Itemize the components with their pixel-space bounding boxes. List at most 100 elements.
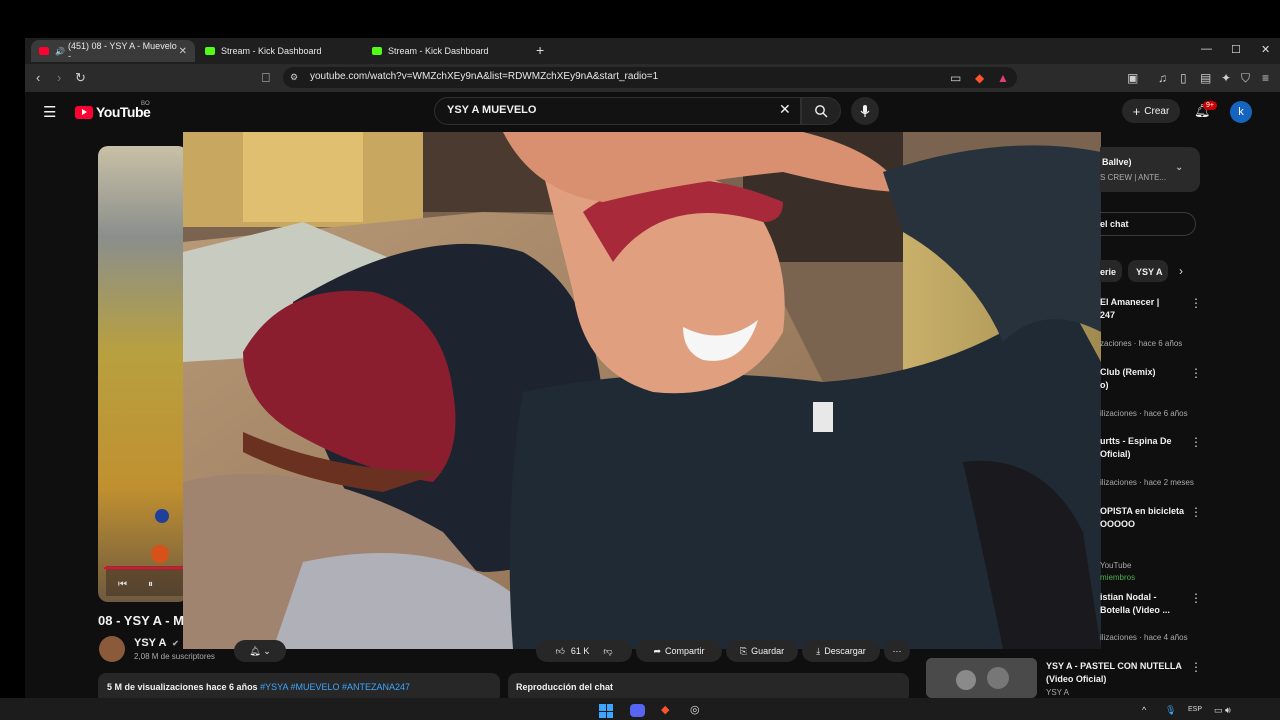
windows-start-icon[interactable] xyxy=(599,704,613,718)
rec-4-more-icon[interactable]: ⋮ xyxy=(1190,505,1202,519)
rec-2-title-line1[interactable]: Club (Remix) xyxy=(1100,366,1156,378)
chevron-right-icon[interactable]: › xyxy=(1179,264,1183,278)
search-icon xyxy=(815,105,828,118)
share-button[interactable]: ➦ Compartir xyxy=(636,640,722,662)
more-actions-button[interactable]: ⋯ xyxy=(884,640,910,662)
video-progress-bar[interactable] xyxy=(104,567,184,569)
brave-icon[interactable]: ◆ xyxy=(661,703,669,716)
show-chat-label: el chat xyxy=(1100,219,1129,229)
rec-2-title-line2[interactable]: o) xyxy=(1100,379,1109,391)
site-settings-icon[interactable]: ⚙ xyxy=(290,72,298,83)
pause-icon[interactable]: ⏸ xyxy=(148,579,153,590)
hashtags[interactable]: #YSYA #MUEVELO #ANTEZANA247 xyxy=(260,682,410,692)
rec-3-meta: ilizaciones · hace 2 meses xyxy=(1100,478,1194,487)
forward-icon[interactable]: › xyxy=(57,70,61,85)
tab-youtube[interactable]: 🔊 (451) 08 - YSY A - Muevelo - ✕ xyxy=(31,40,195,62)
download-button[interactable]: ⤓ Descargar xyxy=(802,640,880,662)
reload-icon[interactable]: ↻ xyxy=(75,70,86,86)
search-button[interactable] xyxy=(801,97,841,125)
playlist-title: Ballve) xyxy=(1102,157,1132,167)
rec-2-meta: ilizaciones · hace 6 años xyxy=(1100,409,1188,418)
like-dislike-button[interactable]: 👍︎ 61 K 👎︎ xyxy=(536,640,632,662)
previous-icon[interactable]: ⏮ xyxy=(118,579,127,590)
cast-icon[interactable]: ▭ xyxy=(950,71,961,85)
volume-icon[interactable]: ▭ 🔊︎ xyxy=(1214,705,1231,716)
chat-replay-label: Reproducción del chat xyxy=(516,682,614,692)
more-horizontal-icon: ⋯ xyxy=(892,645,902,656)
rec-3-title-line2[interactable]: Oficial) xyxy=(1100,448,1131,460)
media-icon[interactable]: ♫ xyxy=(1158,71,1167,85)
like-count: 61 K xyxy=(570,646,590,656)
sidebar-icon[interactable]: ▯ xyxy=(1180,71,1187,85)
subscription-bell-button[interactable]: 🔔︎ ⌄ xyxy=(234,640,286,662)
rec-3-more-icon[interactable]: ⋮ xyxy=(1190,435,1202,449)
chip-1-label: erie xyxy=(1100,267,1117,277)
playlist-header[interactable] xyxy=(1100,147,1200,192)
rec-6-title-line1[interactable]: YSY A - PASTEL CON NUTELLA xyxy=(1046,660,1182,672)
tab-kick-dashboard-2[interactable]: Stream - Kick Dashboard xyxy=(364,40,529,62)
tab-title: Stream - Kick Dashboard xyxy=(221,46,322,56)
download-icon: ⤓ xyxy=(816,645,821,656)
channel-name[interactable]: YSY A ✔ xyxy=(134,637,179,649)
rec-5-title-line1[interactable]: istian Nodal - xyxy=(1100,591,1157,603)
clear-search-icon[interactable]: ✕ xyxy=(779,101,791,118)
video-thumbnail-art xyxy=(106,509,186,596)
rec-1-title-line2[interactable]: 247 xyxy=(1100,309,1115,321)
tray-chevron-icon[interactable]: ^ xyxy=(1142,705,1146,715)
save-button[interactable]: ⎘ Guardar xyxy=(726,640,798,662)
rec-6-more-icon[interactable]: ⋮ xyxy=(1190,660,1202,674)
video-player[interactable] xyxy=(98,146,188,602)
rec-6-meta: YSY A xyxy=(1046,688,1069,697)
close-window-button[interactable]: ✕ xyxy=(1261,43,1270,56)
chip-2-label: YSY A xyxy=(1136,267,1163,277)
screenshot-icon[interactable]: ▣ xyxy=(1127,71,1138,85)
brave-rewards-icon[interactable]: ▲ xyxy=(997,71,1009,85)
playlist-subtitle: S CREW | ANTE... xyxy=(1100,173,1167,182)
back-icon[interactable]: ‹ xyxy=(36,70,40,85)
keyboard-language[interactable]: ESP xyxy=(1188,706,1202,713)
tab-title: Stream - Kick Dashboard xyxy=(388,46,489,56)
leo-ai-icon[interactable]: ✦ xyxy=(1221,71,1231,85)
rec-6-thumbnail[interactable] xyxy=(926,658,1037,698)
bookmark-icon[interactable]: ⎕ xyxy=(262,70,270,86)
chevron-down-icon[interactable]: ⌄ xyxy=(1175,162,1183,173)
rec-1-more-icon[interactable]: ⋮ xyxy=(1190,296,1202,310)
app-icon[interactable]: ◎ xyxy=(690,703,700,716)
share-label: Compartir xyxy=(665,646,705,656)
rec-4-title-line1[interactable]: OPISTA en bicicleta xyxy=(1100,505,1184,517)
description-summary: 5 M de visualizaciones hace 6 años #YSYA… xyxy=(107,682,410,692)
rec-2-more-icon[interactable]: ⋮ xyxy=(1190,366,1202,380)
maximize-button[interactable]: ☐ xyxy=(1231,43,1241,56)
country-code: BO xyxy=(141,101,150,107)
rec-4-title-line2[interactable]: OOOOO xyxy=(1100,518,1135,530)
plus-icon: + xyxy=(1132,103,1141,119)
rec-6-title-line2[interactable]: (Video Oficial) xyxy=(1046,673,1106,685)
kick-icon xyxy=(372,47,382,55)
youtube-logo[interactable]: YouTube xyxy=(75,104,151,120)
voice-search-button[interactable] xyxy=(851,97,879,125)
verified-icon: ✔ xyxy=(172,639,179,648)
notification-count-badge: 9+ xyxy=(1203,101,1217,110)
overlay-video-image xyxy=(183,132,1101,649)
rec-5-more-icon[interactable]: ⋮ xyxy=(1190,591,1202,605)
menu-icon[interactable]: ≡ xyxy=(1262,71,1269,85)
create-button[interactable]: + Crear xyxy=(1122,99,1180,123)
save-label: Guardar xyxy=(751,646,785,656)
tab-kick-dashboard-1[interactable]: Stream - Kick Dashboard xyxy=(197,40,362,62)
dislike-icon: 👎︎ xyxy=(603,645,613,656)
rec-5-title-line2[interactable]: Botella (Video ... xyxy=(1100,604,1170,616)
hamburger-menu-icon[interactable]: ☰ xyxy=(43,103,56,121)
wallet-icon[interactable]: ▤ xyxy=(1200,71,1211,85)
vpn-icon[interactable]: ⛉ xyxy=(1241,71,1250,86)
rec-1-title-line1[interactable]: El Amanecer | xyxy=(1100,296,1159,308)
close-tab-icon[interactable]: ✕ xyxy=(179,46,187,57)
rec-3-title-line1[interactable]: urtts - Espina De xyxy=(1100,435,1172,447)
account-avatar[interactable]: k xyxy=(1230,101,1252,123)
mic-tray-icon[interactable]: 🎙︎ xyxy=(1165,705,1176,716)
brave-shield-icon[interactable]: ◆ xyxy=(975,71,984,85)
rec-5-meta: ilizaciones · hace 4 años xyxy=(1100,633,1188,642)
discord-icon[interactable] xyxy=(630,704,645,717)
channel-avatar[interactable] xyxy=(99,636,125,662)
minimize-button[interactable]: — xyxy=(1201,43,1212,55)
new-tab-button[interactable]: + xyxy=(536,42,544,58)
